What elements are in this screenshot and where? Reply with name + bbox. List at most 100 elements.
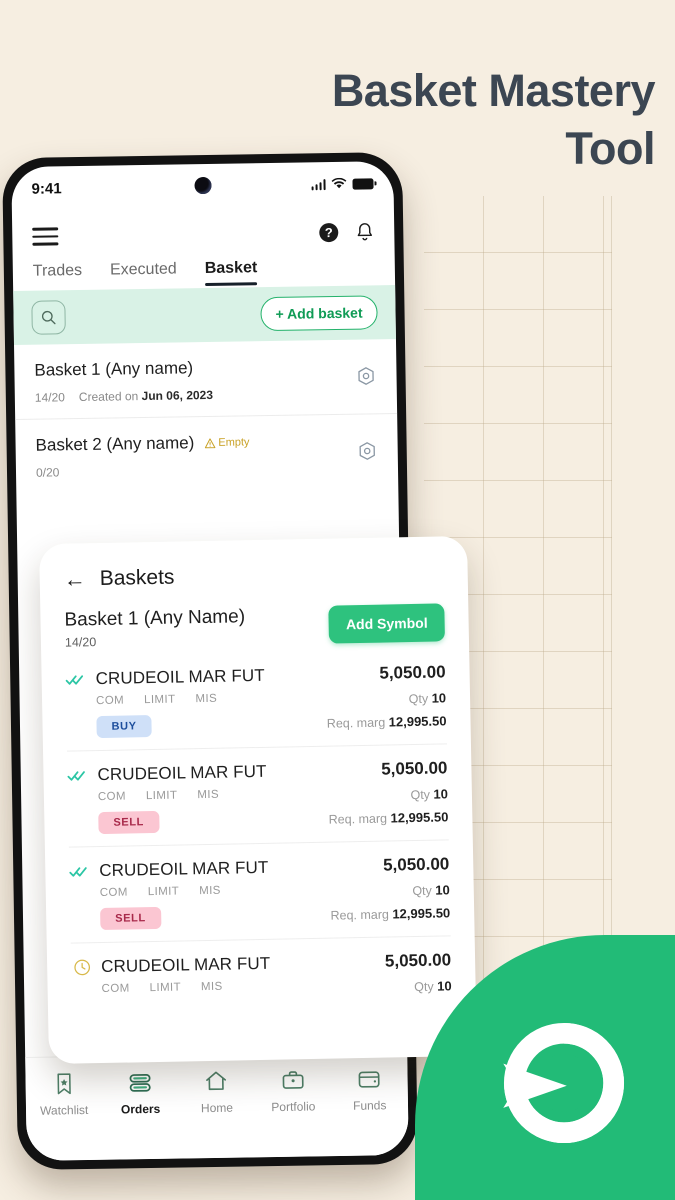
status-badge-empty: Empty xyxy=(204,436,250,449)
symbol-row[interactable]: CRUDEOIL MAR FUT COM LIMIT MIS BUY 5,050… xyxy=(65,648,447,750)
symbol-name-line: CRUDEOIL MAR FUT xyxy=(69,857,299,881)
header-actions: ? xyxy=(319,221,374,243)
basket-meta: 0/20 xyxy=(36,460,378,479)
nav-item-funds[interactable]: Funds xyxy=(334,1066,405,1113)
symbol-left: CRUDEOIL MAR FUT COM LIMIT MIS xyxy=(71,953,302,995)
nav-label: Watchlist xyxy=(39,1102,89,1118)
symbol-qty: Qty 10 xyxy=(412,882,450,899)
basket-title-line: Basket 1 (Any name) xyxy=(34,355,376,380)
symbol-name-line: CRUDEOIL MAR FUT xyxy=(65,665,295,689)
symbol-qty: Qty 10 xyxy=(408,690,447,707)
symbol-price: 5,050.00 xyxy=(382,854,450,875)
basket-settings-icon[interactable] xyxy=(357,440,378,461)
symbol-left: CRUDEOIL MAR FUT COM LIMIT MIS SELL xyxy=(67,761,298,835)
status-icons xyxy=(311,177,374,190)
symbol-right: 5,050.00 Qty 10 Req. marg 12,995.50 xyxy=(299,854,450,923)
symbol-price: 5,050.00 xyxy=(379,662,446,683)
home-icon xyxy=(206,1071,227,1091)
nav-item-orders[interactable]: Orders xyxy=(105,1070,176,1117)
symbol-tag-exchange: COM xyxy=(97,790,127,804)
symbol-name: CRUDEOIL MAR FUT xyxy=(99,857,269,881)
overlay-basket-info: Basket 1 (Any Name) 14/20 xyxy=(64,606,245,649)
basket-created: Created on Jun 06, 2023 xyxy=(78,387,214,405)
symbol-name-line: CRUDEOIL MAR FUT xyxy=(67,761,297,785)
tab-executed[interactable]: Executed xyxy=(110,260,177,287)
symbol-tag-ordertype: LIMIT xyxy=(145,789,178,803)
symbol-qty: Qty 10 xyxy=(410,786,449,803)
app-header: ? xyxy=(12,205,395,263)
back-arrow-icon[interactable]: ← xyxy=(63,566,85,591)
warning-triangle-icon xyxy=(204,437,216,448)
symbol-row[interactable]: CRUDEOIL MAR FUT COM LIMIT MIS 5,050.00 … xyxy=(70,935,452,1013)
hamburger-menu-icon[interactable] xyxy=(32,222,59,250)
empty-badge-label: Empty xyxy=(218,436,250,449)
symbol-tags: COM LIMIT MIS xyxy=(101,979,301,995)
double-check-icon xyxy=(65,675,84,685)
search-input[interactable] xyxy=(31,300,66,335)
basket-settings-icon[interactable] xyxy=(355,365,376,386)
nav-label: Orders xyxy=(120,1101,161,1117)
side-badge: SELL xyxy=(98,810,160,835)
add-basket-button[interactable]: + Add basket xyxy=(260,295,378,332)
help-circle-icon[interactable]: ? xyxy=(319,222,339,242)
nav-item-watchlist[interactable]: Watchlist xyxy=(29,1071,100,1118)
symbol-right: 5,050.00 Qty 10 Req. marg 12,995.50 xyxy=(295,662,447,731)
symbol-row-top: CRUDEOIL MAR FUT COM LIMIT MIS 5,050.00 … xyxy=(71,950,452,1000)
nav-label: Funds xyxy=(352,1098,387,1113)
symbol-tag-ordertype: LIMIT xyxy=(147,885,180,899)
symbol-name: CRUDEOIL MAR FUT xyxy=(95,665,265,689)
circular-arrow-logo xyxy=(503,1022,625,1144)
symbol-margin: Req. marg 12,995.50 xyxy=(326,713,447,731)
symbol-name-line: CRUDEOIL MAR FUT xyxy=(71,953,301,977)
bottom-navigation-bar: Watchlist Orders Home Portfolio Funds xyxy=(25,1050,409,1161)
headline-line-1: Basket Mastery xyxy=(331,65,656,116)
symbol-tags: COM LIMIT MIS xyxy=(100,883,300,899)
basket-count: 0/20 xyxy=(35,465,60,480)
symbol-row[interactable]: CRUDEOIL MAR FUT COM LIMIT MIS SELL 5,05… xyxy=(67,743,449,847)
symbol-row[interactable]: CRUDEOIL MAR FUT COM LIMIT MIS SELL 5,05… xyxy=(68,839,451,943)
symbol-tag-product: MIS xyxy=(200,980,223,994)
briefcase-icon xyxy=(282,1071,304,1089)
symbol-qty: Qty 10 xyxy=(414,978,452,995)
bell-icon[interactable] xyxy=(355,221,374,242)
symbol-row-top: CRUDEOIL MAR FUT COM LIMIT MIS SELL 5,05… xyxy=(69,854,450,931)
basket-list: Basket 1 (Any name) 14/20 Created on Jun… xyxy=(14,339,399,495)
tab-trades[interactable]: Trades xyxy=(33,262,83,289)
symbol-tag-ordertype: LIMIT xyxy=(143,693,176,707)
overlay-basket-name: Basket 1 (Any Name) xyxy=(64,606,246,631)
symbol-tag-ordertype: LIMIT xyxy=(149,981,182,995)
tab-basket[interactable]: Basket xyxy=(205,259,258,286)
symbol-left: CRUDEOIL MAR FUT COM LIMIT MIS BUY xyxy=(65,665,296,739)
overlay-header: ← Baskets xyxy=(39,536,468,592)
poster-canvas: Basket Mastery Tool 9:41 ? Trades Execut… xyxy=(0,0,675,1200)
basket-name: Basket 1 (Any name) xyxy=(34,358,194,380)
search-icon xyxy=(41,310,56,325)
symbol-tag-exchange: COM xyxy=(101,982,130,996)
symbol-tags: COM LIMIT MIS xyxy=(96,691,296,707)
side-badge: SELL xyxy=(100,906,161,931)
symbol-price: 5,050.00 xyxy=(384,950,452,971)
symbol-tag-exchange: COM xyxy=(99,886,128,900)
nav-item-portfolio[interactable]: Portfolio xyxy=(258,1067,329,1114)
basket-meta: 14/20 Created on Jun 06, 2023 xyxy=(35,385,377,405)
symbol-price: 5,050.00 xyxy=(381,758,448,779)
symbol-tag-product: MIS xyxy=(199,884,221,898)
basket-list-item[interactable]: Basket 2 (Any name) Empty 0/20 xyxy=(15,413,399,495)
basket-name: Basket 2 (Any name) xyxy=(35,433,195,455)
search-strip: + Add basket xyxy=(13,285,396,346)
wifi-icon xyxy=(331,177,347,189)
symbol-right: 5,050.00 Qty 10 Req. marg 12,995.50 xyxy=(297,758,449,827)
basket-list-item[interactable]: Basket 1 (Any name) 14/20 Created on Jun… xyxy=(14,339,397,419)
symbol-tag-product: MIS xyxy=(195,692,218,706)
symbol-tag-product: MIS xyxy=(197,788,220,802)
symbol-margin: Req. marg 12,995.50 xyxy=(328,809,449,827)
symbol-name: CRUDEOIL MAR FUT xyxy=(100,953,271,977)
symbol-list: CRUDEOIL MAR FUT COM LIMIT MIS BUY 5,050… xyxy=(41,642,476,1013)
symbol-row-top: CRUDEOIL MAR FUT COM LIMIT MIS BUY 5,050… xyxy=(65,662,447,739)
nav-item-home[interactable]: Home xyxy=(181,1068,252,1115)
add-symbol-button[interactable]: Add Symbol xyxy=(328,603,445,644)
nav-label: Home xyxy=(200,1100,234,1116)
battery-icon xyxy=(352,177,374,190)
status-bar: 9:41 xyxy=(11,161,394,211)
symbol-right: 5,050.00 Qty 10 xyxy=(301,950,452,996)
